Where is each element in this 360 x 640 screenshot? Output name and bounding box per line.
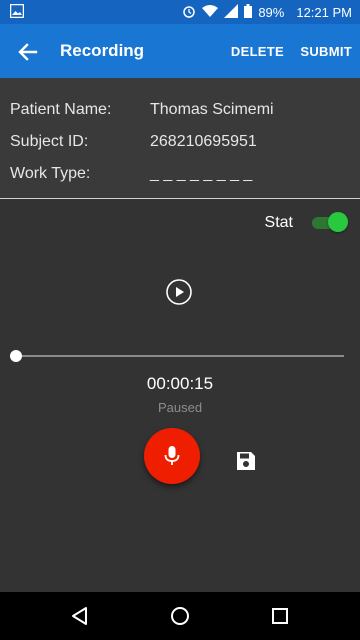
toggle-thumb [328,212,348,232]
nav-recents-button[interactable] [268,604,292,628]
patient-name-label: Patient Name: [10,101,112,118]
nav-home-button[interactable] [168,604,192,628]
playback-status: Paused [157,400,203,415]
battery-percent: 89% [258,5,285,20]
play-button[interactable] [166,279,192,305]
work-type-value[interactable]: _ _ _ _ _ _ _ _ [150,165,252,183]
system-nav-bar [0,592,360,640]
back-button[interactable] [14,38,42,66]
clock-time: 12:21 PM [296,5,352,20]
patient-name-value: Thomas Scimemi [150,101,274,118]
page-title: Recording [60,41,145,60]
microphone-icon [164,446,180,465]
stat-toggle[interactable] [312,212,348,232]
seek-handle[interactable] [10,350,22,362]
home-icon [171,607,189,625]
recording-info-panel: Patient Name: Thomas Scimemi Subject ID:… [0,78,360,199]
subject-id-label: Subject ID: [10,133,89,150]
battery-icon [244,4,253,21]
elapsed-time: 00:00:15 [146,374,214,393]
stat-label: Stat [264,214,293,231]
play-icon [166,279,192,305]
app-bar: Recording DELETE SUBMIT [0,24,360,78]
seek-bar[interactable] [10,350,346,362]
nav-back-button[interactable] [68,604,92,628]
delete-button[interactable]: DELETE [231,44,284,59]
record-button[interactable] [144,428,200,484]
recents-icon [272,608,288,624]
image-icon [9,3,25,21]
save-button[interactable] [234,449,258,473]
subject-id-value: 268210695951 [150,133,257,150]
work-type-label: Work Type: [10,165,91,182]
submit-button[interactable]: SUBMIT [300,44,352,59]
wifi-icon [202,4,219,21]
arrow-left-icon [18,43,38,61]
signal-icon [224,4,239,21]
status-bar: 89% 12:21 PM [0,0,360,24]
save-icon [237,452,255,470]
back-icon [72,607,87,625]
seek-track [16,355,344,357]
alarm-icon [182,4,196,21]
